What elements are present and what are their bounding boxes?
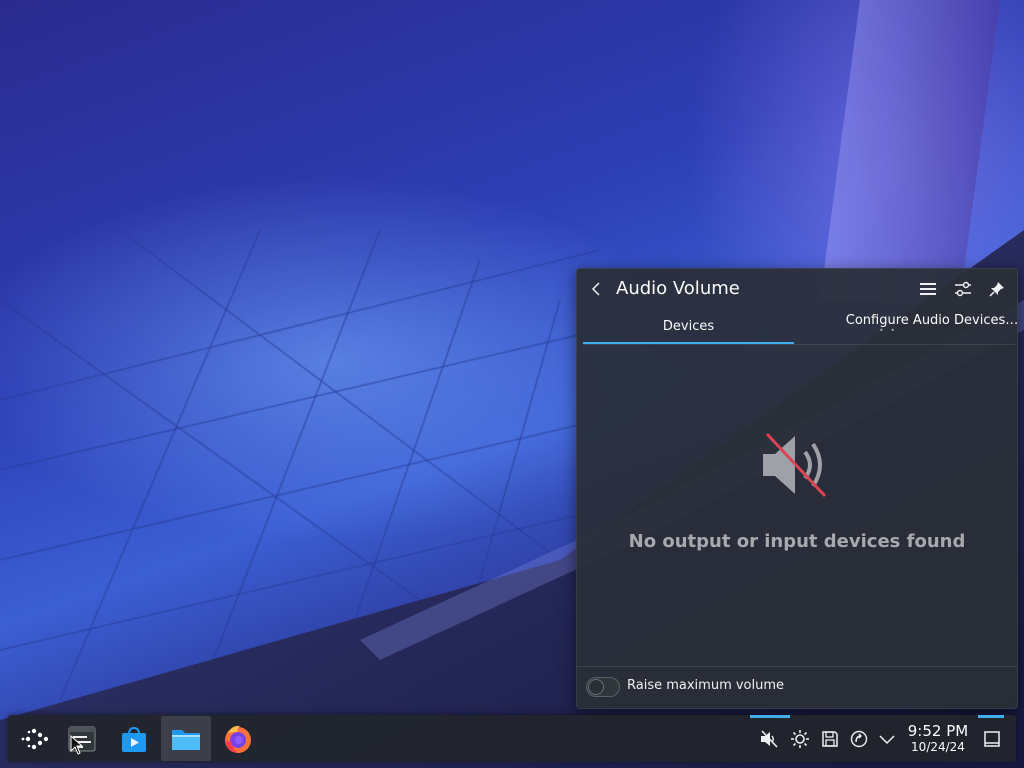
- taskbar-panel: 9:52 PM 10/24/24: [8, 715, 1016, 762]
- file-manager-icon: [172, 729, 200, 750]
- back-button[interactable]: [585, 277, 609, 301]
- chevron-left-icon: [591, 282, 600, 296]
- tray-update-button[interactable]: [847, 716, 871, 761]
- pin-icon: [989, 282, 1004, 297]
- brightness-icon: [791, 729, 809, 748]
- audio-volume-popup: Audio Volume Devices Configure Audio Dev…: [576, 268, 1018, 709]
- peek-desktop-icon: [984, 730, 1000, 747]
- clock-date: 10/24/24: [911, 740, 965, 754]
- firefox-button[interactable]: [216, 716, 260, 761]
- update-icon: [850, 730, 868, 747]
- application-launcher-icon: [21, 728, 48, 749]
- menu-button[interactable]: [916, 277, 940, 301]
- tab-bar: Devices Configure Audio Devices…: [583, 309, 1018, 345]
- raise-max-volume-toggle[interactable]: [586, 677, 620, 697]
- mouse-cursor-icon: [70, 735, 84, 755]
- disks-icon: [822, 730, 838, 747]
- pin-button[interactable]: [985, 277, 1009, 301]
- volume-muted-icon: [761, 729, 778, 748]
- application-launcher-button[interactable]: [14, 716, 54, 761]
- raise-max-volume-label: Raise maximum volume: [627, 678, 785, 693]
- popup-footer: Raise maximum volume: [577, 666, 1017, 708]
- toggle-knob: [588, 679, 604, 695]
- popup-title: Audio Volume: [616, 278, 740, 299]
- tab-devices-label: Devices: [662, 319, 715, 334]
- tray-volume-button[interactable]: [756, 716, 782, 761]
- chevron-down-icon: [879, 734, 895, 744]
- hamburger-menu-icon: [920, 283, 936, 295]
- tab-devices[interactable]: Devices: [583, 309, 794, 344]
- active-tab-indicator: [583, 342, 794, 344]
- show-desktop-button[interactable]: [978, 716, 1006, 761]
- clock-time: 9:52 PM: [907, 722, 969, 740]
- empty-state-message: No output or input devices found: [628, 531, 966, 552]
- firefox-icon: [225, 725, 251, 753]
- tab-configure-label: Configure Audio Devices…: [845, 313, 1019, 328]
- digital-clock[interactable]: 9:52 PM 10/24/24: [901, 723, 975, 755]
- tray-disks-button[interactable]: [818, 716, 842, 761]
- discover-store-icon: [122, 726, 146, 752]
- configure-button[interactable]: [951, 277, 975, 301]
- file-manager-button[interactable]: [161, 716, 211, 761]
- tray-expand-button[interactable]: [875, 716, 899, 761]
- settings-sliders-icon: [955, 281, 971, 297]
- audio-muted-icon: [763, 432, 827, 498]
- tab-overflow-dots: • •: [879, 326, 897, 335]
- discover-store-button[interactable]: [112, 716, 156, 761]
- tray-brightness-button[interactable]: [788, 716, 812, 761]
- tab-configure-audio-devices[interactable]: Configure Audio Devices…: [845, 303, 1019, 338]
